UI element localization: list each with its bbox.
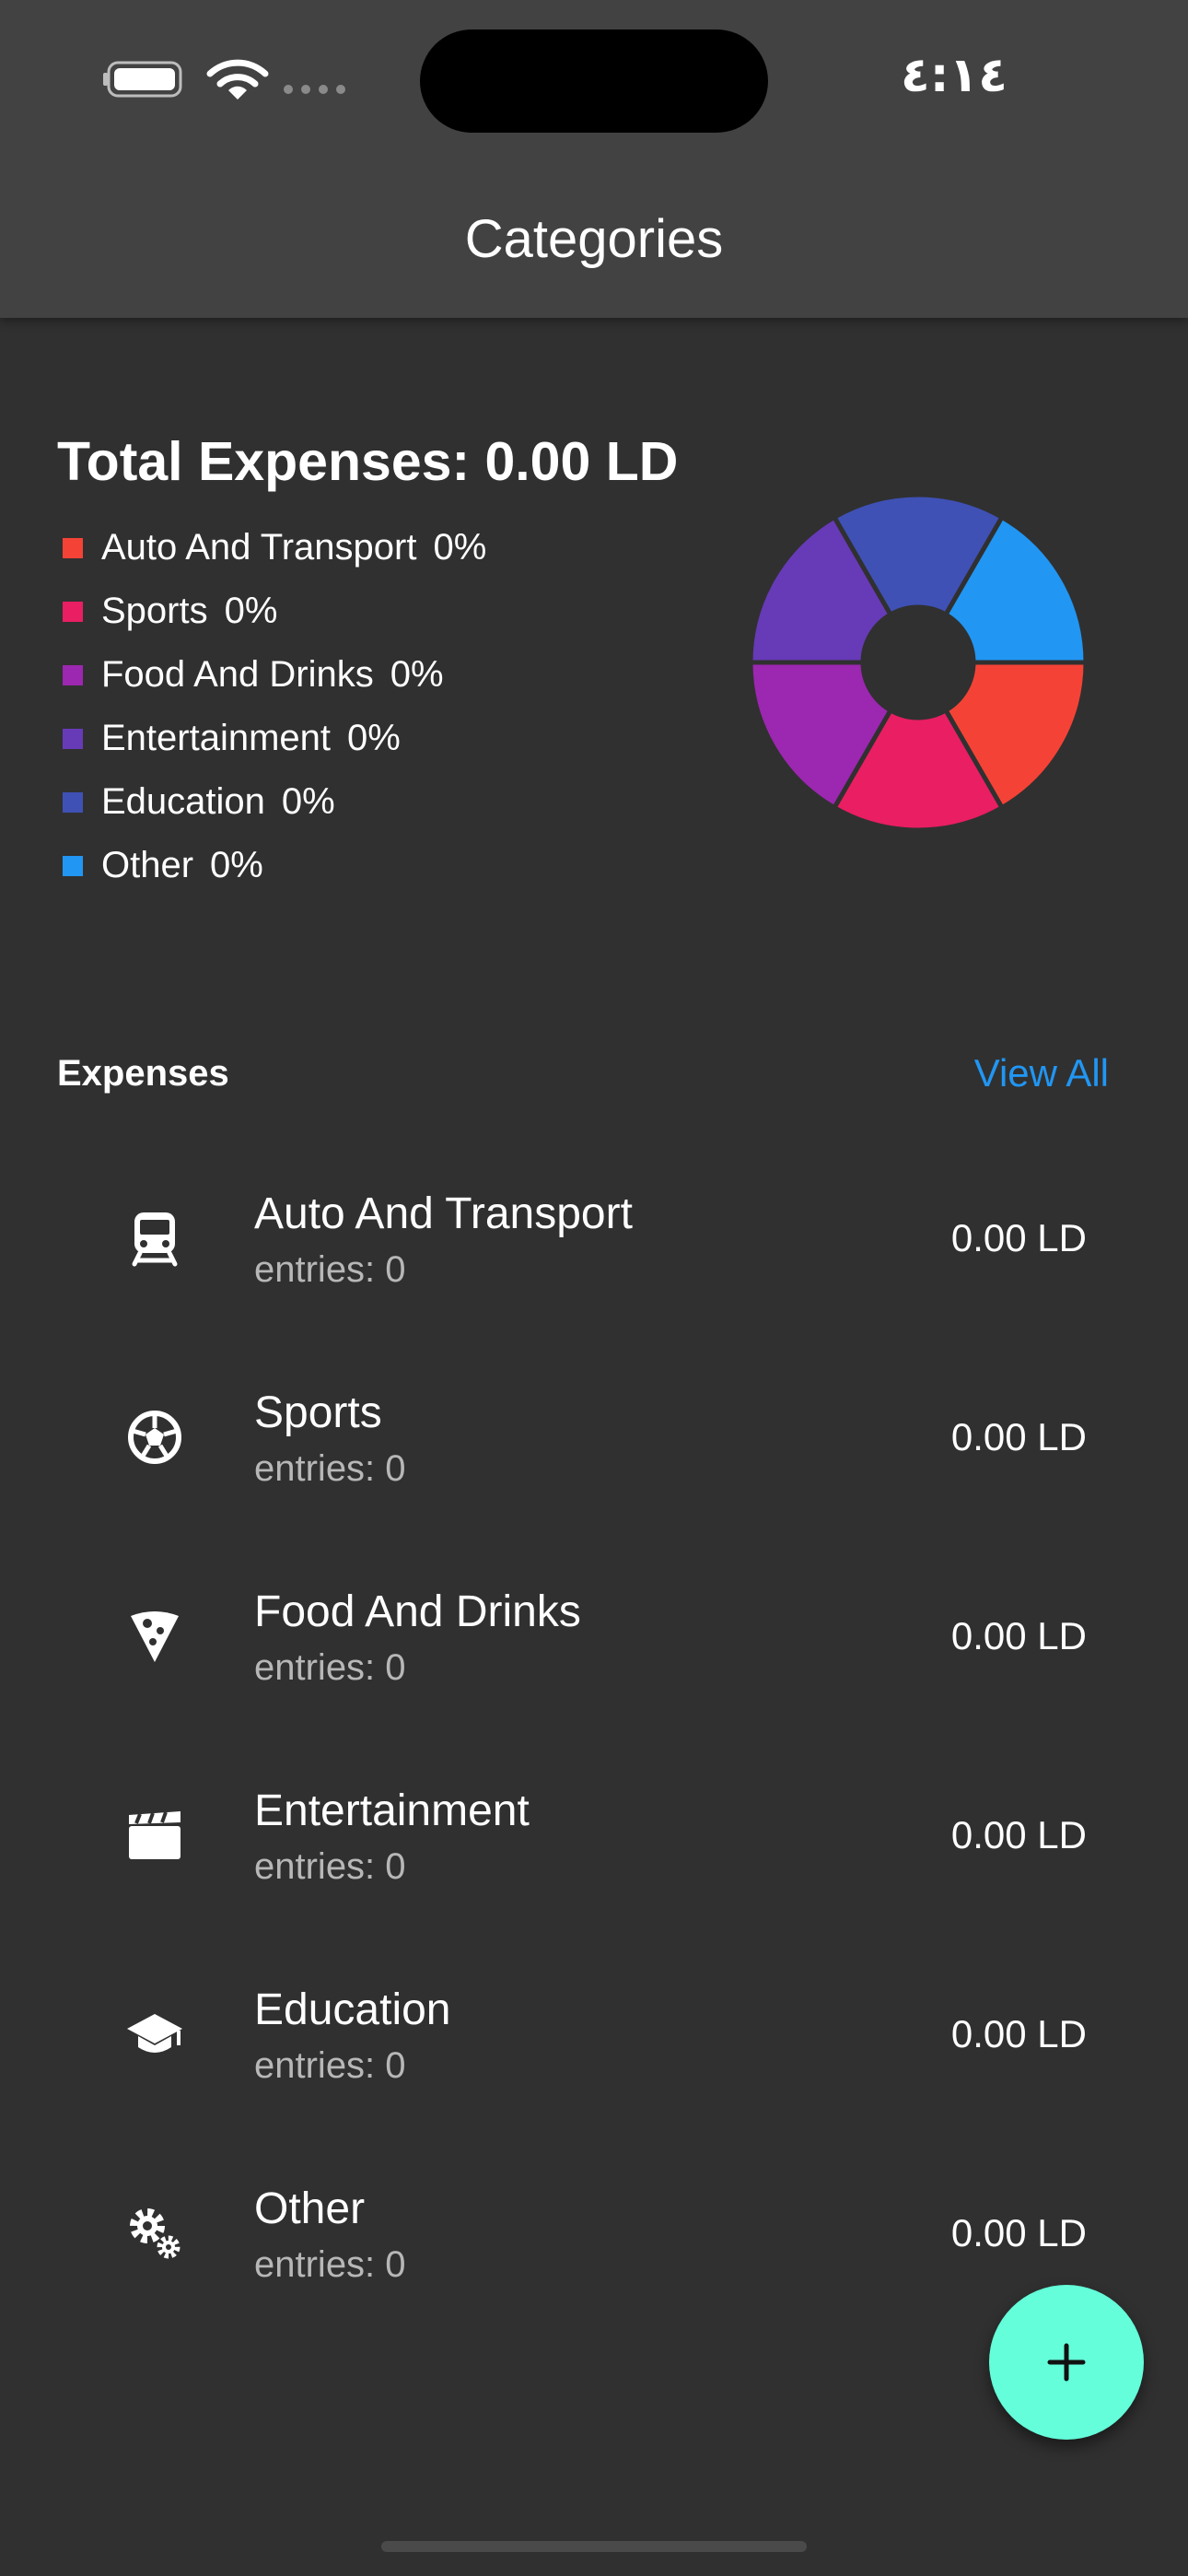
total-expenses: Total Expenses: 0.00 LD — [57, 431, 679, 492]
graduation-cap-icon — [127, 2014, 182, 2053]
list-item-entries: entries: 0 — [254, 2244, 406, 2285]
list-item-amount: 0.00 LD — [950, 1614, 1087, 1657]
list-item-title: Food And Drinks — [254, 1587, 581, 1636]
legend-swatch — [63, 791, 83, 813]
status-time: ٤:١٤ — [900, 48, 1007, 103]
signal-dots-icon — [284, 85, 345, 94]
legend-percent: 0% — [210, 845, 263, 885]
legend-percent: 0% — [224, 591, 278, 631]
legend-item: Entertainment 0% — [63, 707, 707, 770]
list-item-amount: 0.00 LD — [950, 2012, 1087, 2055]
legend-label: Other — [101, 845, 194, 885]
list-item-sports[interactable]: Sports entries: 0 0.00 LD — [0, 1340, 1188, 1539]
legend-swatch — [63, 728, 83, 749]
list-item-title: Education — [254, 1985, 451, 2034]
list-item-entries: entries: 0 — [254, 1846, 406, 1887]
list-item-other[interactable]: Other entries: 0 0.00 LD — [0, 2136, 1188, 2335]
wifi-icon — [206, 59, 269, 100]
list-item-education[interactable]: Education entries: 0 0.00 LD — [0, 1937, 1188, 2136]
pizza-icon — [131, 1611, 179, 1662]
list-item-entries: entries: 0 — [254, 1249, 406, 1290]
list-item-title: Sports — [254, 1388, 382, 1437]
legend-swatch — [63, 855, 83, 876]
list-item-entertainment[interactable]: Entertainment entries: 0 0.00 LD — [0, 1738, 1188, 1937]
section-title: Expenses — [57, 1053, 229, 1094]
list-item-auto-and-transport[interactable]: Auto And Transport entries: 0 0.00 LD — [0, 1141, 1188, 1340]
list-item-amount: 0.00 LD — [950, 2211, 1087, 2254]
app-bar: ٤:١٤ Categories — [0, 0, 1188, 318]
list-item-entries: entries: 0 — [254, 1448, 406, 1489]
home-indicator — [381, 2541, 807, 2552]
legend-percent: 0% — [281, 781, 335, 822]
list-item-amount: 0.00 LD — [950, 1216, 1087, 1259]
view-all-button[interactable]: View All — [974, 1050, 1109, 1096]
legend-swatch — [63, 601, 83, 622]
legend-label: Auto And Transport — [101, 527, 417, 568]
legend-item: Education 0% — [63, 770, 707, 834]
list-item-title: Entertainment — [254, 1786, 530, 1835]
add-category-button[interactable] — [989, 2285, 1144, 2440]
list-item-entries: entries: 0 — [254, 1647, 406, 1688]
legend-label: Sports — [101, 591, 208, 631]
train-icon — [132, 1212, 178, 1267]
legend-label: Education — [101, 781, 265, 822]
legend-item: Auto And Transport 0% — [63, 516, 707, 580]
soccer-ball-icon — [128, 1411, 181, 1464]
legend-item: Sports 0% — [63, 580, 707, 643]
list-item-amount: 0.00 LD — [950, 1813, 1087, 1856]
legend-swatch — [63, 664, 83, 685]
plus-icon — [1047, 2343, 1086, 2382]
legend-percent: 0% — [390, 654, 444, 695]
dynamic-island — [420, 29, 768, 133]
clapperboard-icon — [129, 1811, 181, 1859]
list-item-amount: 0.00 LD — [950, 1415, 1087, 1458]
chart-legend: Auto And Transport 0% Sports 0% Food And… — [63, 516, 707, 897]
page-title: Categories — [464, 209, 724, 269]
expenses-donut-chart[interactable] — [748, 492, 1089, 833]
list-item-title: Other — [254, 2184, 366, 2233]
gears-icon — [130, 2208, 181, 2259]
list-item-entries: entries: 0 — [254, 2045, 406, 2086]
legend-item: Other 0% — [63, 834, 707, 897]
list-item-food-and-drinks[interactable]: Food And Drinks entries: 0 0.00 LD — [0, 1539, 1188, 1738]
legend-label: Entertainment — [101, 718, 332, 758]
legend-item: Food And Drinks 0% — [63, 643, 707, 707]
list-item-title: Auto And Transport — [254, 1189, 633, 1238]
legend-percent: 0% — [347, 718, 401, 758]
legend-label: Food And Drinks — [101, 654, 374, 695]
battery-icon — [103, 61, 182, 98]
legend-swatch — [63, 537, 83, 558]
legend-percent: 0% — [433, 527, 487, 568]
